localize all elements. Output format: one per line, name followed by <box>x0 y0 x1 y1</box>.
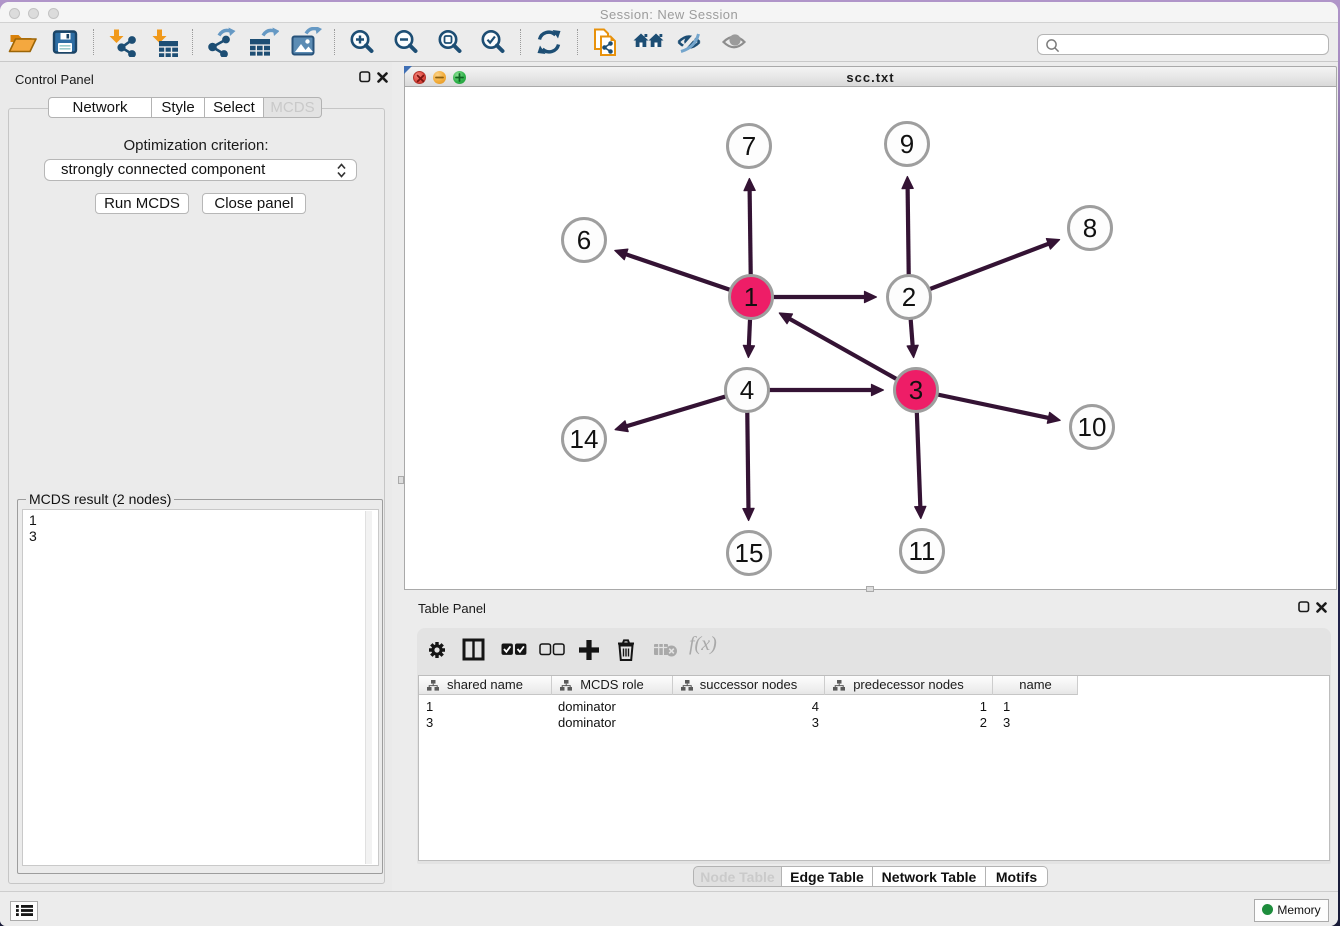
svg-text:2: 2 <box>902 282 916 312</box>
svg-text:15: 15 <box>735 538 764 568</box>
svg-text:10: 10 <box>1078 412 1107 442</box>
svg-text:8: 8 <box>1083 213 1097 243</box>
svg-text:11: 11 <box>909 536 936 566</box>
svg-text:3: 3 <box>909 375 923 405</box>
svg-text:6: 6 <box>577 225 591 255</box>
svg-text:9: 9 <box>900 129 914 159</box>
svg-text:7: 7 <box>742 131 756 161</box>
svg-text:14: 14 <box>570 424 599 454</box>
svg-text:1: 1 <box>744 282 758 312</box>
svg-text:4: 4 <box>740 375 754 405</box>
